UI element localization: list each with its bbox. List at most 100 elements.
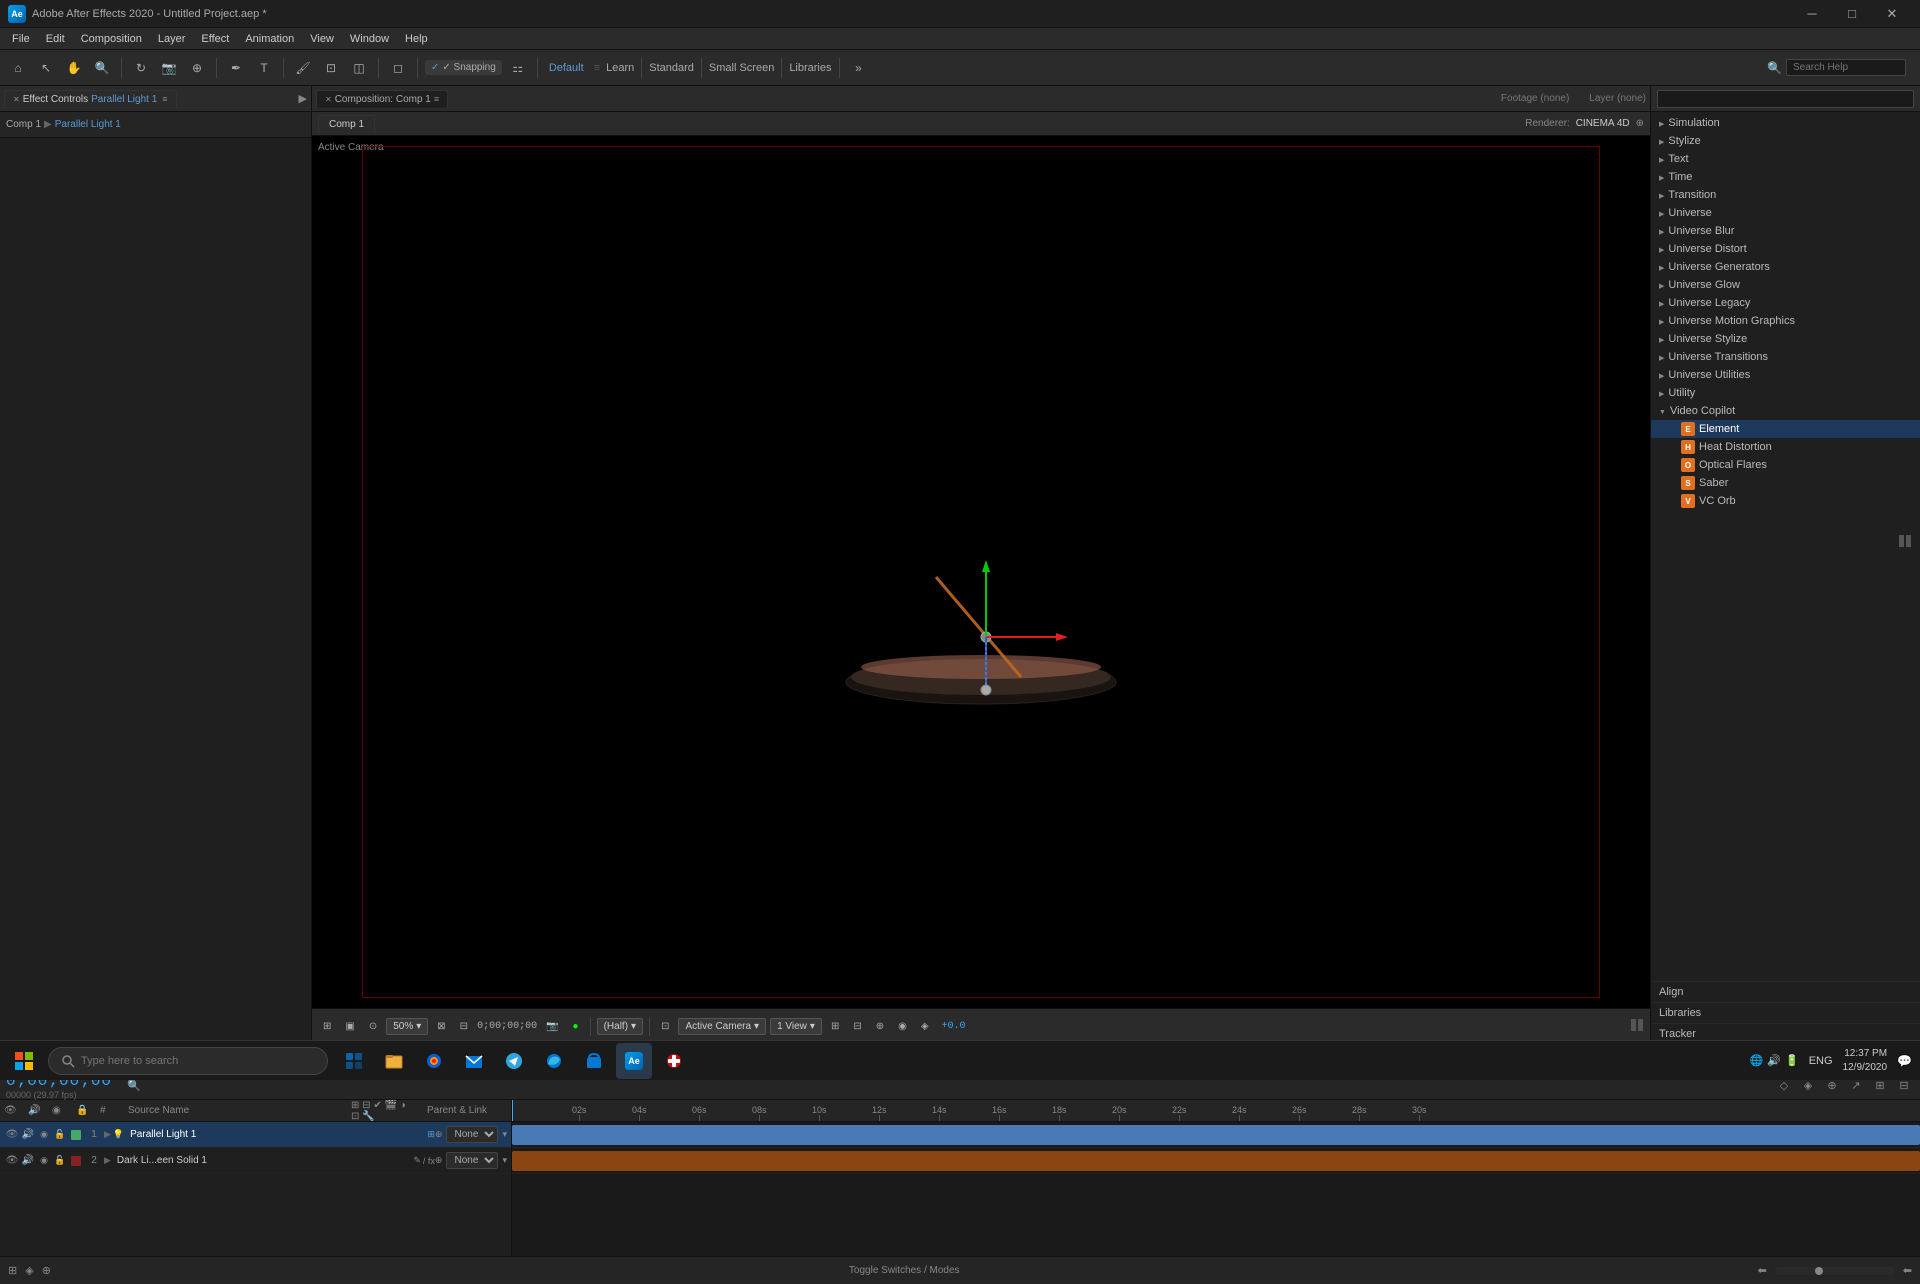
taskbar-explorer[interactable] — [376, 1043, 412, 1079]
snapping-toggle[interactable]: ✓ ✓ Snapping — [425, 60, 502, 75]
layer-row-2[interactable]: 👁 🔊 ◉ 🔓 2 ▶ Dark Li...een Solid 1 ✎ / fx… — [0, 1148, 511, 1174]
viewer-fit-btn[interactable]: ⊠ — [432, 1019, 450, 1034]
menu-effect[interactable]: Effect — [193, 31, 237, 47]
viewer-snap-btn[interactable]: ◉ — [893, 1019, 912, 1034]
composition-viewer[interactable]: Active Camera — [312, 136, 1650, 1008]
layer2-name[interactable]: Dark Li...een Solid 1 — [113, 1155, 409, 1166]
start-button[interactable] — [0, 1041, 48, 1081]
footer-left-arrow[interactable]: ⬅ — [1758, 1264, 1767, 1277]
effects-item-element[interactable]: E Element — [1651, 420, 1920, 438]
footer-curves-icon[interactable]: ◈ — [25, 1264, 33, 1277]
network-icon[interactable]: 🌐 — [1750, 1054, 1764, 1067]
taskbar-search-input[interactable] — [81, 1055, 281, 1067]
effects-cat-utility[interactable]: Utility — [1651, 384, 1920, 402]
menu-window[interactable]: Window — [342, 31, 397, 47]
effects-search-input[interactable] — [1657, 90, 1914, 108]
taskbar-mail[interactable] — [456, 1043, 492, 1079]
taskbar-task-view[interactable] — [336, 1043, 372, 1079]
battery-icon[interactable]: 🔋 — [1785, 1054, 1799, 1067]
effects-item-optical-flares[interactable]: O Optical Flares — [1651, 456, 1920, 474]
effects-cat-transition[interactable]: Transition — [1651, 186, 1920, 204]
taskbar-firefox[interactable] — [416, 1043, 452, 1079]
effects-cat-universe-transitions[interactable]: Universe Transitions — [1651, 348, 1920, 366]
layer1-solo-icon[interactable]: ◉ — [36, 1129, 52, 1140]
toolbar-hand-btn[interactable]: ✋ — [62, 56, 86, 80]
effects-cat-universe-legacy[interactable]: Universe Legacy — [1651, 294, 1920, 312]
toolbar-arrow-btn[interactable]: ↖ — [34, 56, 58, 80]
effects-item-heat-distortion[interactable]: H Heat Distortion — [1651, 438, 1920, 456]
toolbar-workspace-learn[interactable]: Learn — [606, 62, 634, 74]
footer-star-icon[interactable]: ⊕ — [42, 1264, 51, 1277]
breadcrumb-comp[interactable]: Comp 1 — [6, 119, 41, 130]
comp1-tab[interactable]: Comp 1 — [318, 115, 375, 133]
layer1-comp-icon[interactable]: ⊞ — [427, 1129, 435, 1140]
toolbar-more-workspaces-btn[interactable]: » — [847, 56, 871, 80]
viewer-render-btn[interactable]: ◈ — [916, 1019, 934, 1034]
snapping-checkbox[interactable]: ✓ — [431, 62, 439, 73]
footer-right-arrow[interactable]: ⬅ — [1903, 1264, 1912, 1277]
zoom-slider-thumb[interactable] — [1815, 1267, 1823, 1275]
footer-zoom-slider[interactable] — [1775, 1267, 1895, 1275]
toolbar-workspace-standard[interactable]: Standard — [649, 62, 694, 74]
layer2-track-bar[interactable] — [512, 1151, 1920, 1171]
renderer-expand-icon[interactable]: ⊕ — [1636, 118, 1644, 129]
effects-cat-simulation[interactable]: Simulation — [1651, 114, 1920, 132]
taskbar-store[interactable] — [576, 1043, 612, 1079]
layer1-name[interactable]: Parallel Light 1 — [127, 1128, 424, 1141]
toolbar-rotate-btn[interactable]: ↻ — [129, 56, 153, 80]
notification-icon[interactable]: 💬 — [1897, 1054, 1912, 1068]
viewer-layout-btn2[interactable]: ⊟ — [848, 1019, 866, 1034]
volume-icon[interactable]: 🔊 — [1767, 1054, 1781, 1067]
effects-cat-universe-generators[interactable]: Universe Generators — [1651, 258, 1920, 276]
effects-cat-text[interactable]: Text — [1651, 150, 1920, 168]
toolbar-orbit-btn[interactable]: ⊕ — [185, 56, 209, 80]
taskbar-extra[interactable] — [656, 1043, 692, 1079]
layer2-solo-icon[interactable]: ◉ — [36, 1155, 52, 1166]
taskbar-clock[interactable]: 12:37 PM 12/9/2020 — [1843, 1047, 1888, 1075]
viewer-layout-btn1[interactable]: ⊞ — [826, 1019, 844, 1034]
toolbar-text-btn[interactable]: T — [252, 56, 276, 80]
tab-menu-icon[interactable]: ≡ — [162, 94, 167, 104]
viewer-alpha-btn[interactable]: ⊙ — [364, 1019, 382, 1034]
viewer-camera-btn[interactable]: 📷 — [541, 1019, 563, 1034]
toolbar-eraser-btn[interactable]: ◫ — [347, 56, 371, 80]
menu-edit[interactable]: Edit — [38, 31, 73, 47]
toolbar-zoom-btn[interactable]: 🔍 — [90, 56, 114, 80]
maximize-button[interactable]: □ — [1832, 0, 1872, 28]
playhead[interactable] — [512, 1100, 513, 1121]
footer-toggle-label[interactable]: Toggle Switches / Modes — [849, 1265, 960, 1276]
quality-dropdown[interactable]: (Half) ▾ — [597, 1018, 643, 1035]
effects-cat-universe-distort[interactable]: Universe Distort — [1651, 240, 1920, 258]
panel-expand-btn[interactable]: ▶ — [299, 92, 307, 105]
view-mode-dropdown[interactable]: 1 View ▾ — [770, 1018, 822, 1035]
effects-cat-universe-stylize[interactable]: Universe Stylize — [1651, 330, 1920, 348]
footer-compose-icon[interactable]: ⊞ — [8, 1264, 17, 1277]
toolbar-snap-extra-btn[interactable]: ⚏ — [506, 56, 530, 80]
viewer-grid-btn[interactable]: ⊞ — [318, 1019, 336, 1034]
layer1-expand-arrow[interactable]: ▶ — [104, 1129, 111, 1140]
viewer-color-btn[interactable]: ● — [568, 1019, 584, 1034]
effects-cat-time[interactable]: Time — [1651, 168, 1920, 186]
layer1-vis-icon[interactable]: 👁 — [4, 1129, 20, 1140]
toolbar-pen-btn[interactable]: ✒ — [224, 56, 248, 80]
taskbar-search[interactable] — [48, 1047, 328, 1075]
effects-cat-universe-utilities[interactable]: Universe Utilities — [1651, 366, 1920, 384]
taskbar-edge[interactable] — [536, 1043, 572, 1079]
close-button[interactable]: ✕ — [1872, 0, 1912, 28]
menu-view[interactable]: View — [302, 31, 342, 47]
layer2-rename-icon[interactable]: ✎ — [413, 1155, 421, 1166]
layer-row-1[interactable]: 👁 🔊 ◉ 🔓 1 ▶ 💡 Parallel Light 1 ⊞ ⊕ None — [0, 1122, 511, 1148]
toolbar-workspace-libraries[interactable]: Libraries — [789, 62, 831, 74]
menu-animation[interactable]: Animation — [237, 31, 302, 47]
effects-cat-universe-blur[interactable]: Universe Blur — [1651, 222, 1920, 240]
help-search-input[interactable] — [1786, 59, 1906, 76]
toolbar-camera-btn[interactable]: 📷 — [157, 56, 181, 80]
comp-controls-tab[interactable]: ✕ Composition: Comp 1 ≡ — [316, 90, 448, 108]
toolbar-brush-btn[interactable]: 🖌 — [291, 56, 315, 80]
taskbar-telegram[interactable] — [496, 1043, 532, 1079]
menu-file[interactable]: File — [4, 31, 38, 47]
effects-item-saber[interactable]: S Saber — [1651, 474, 1920, 492]
layer1-lock-icon[interactable]: 🔓 — [52, 1129, 68, 1140]
effect-controls-tab[interactable]: ✕ Effect Controls Parallel Light 1 ≡ — [4, 90, 177, 108]
layer2-lock-icon[interactable]: 🔓 — [52, 1155, 68, 1166]
